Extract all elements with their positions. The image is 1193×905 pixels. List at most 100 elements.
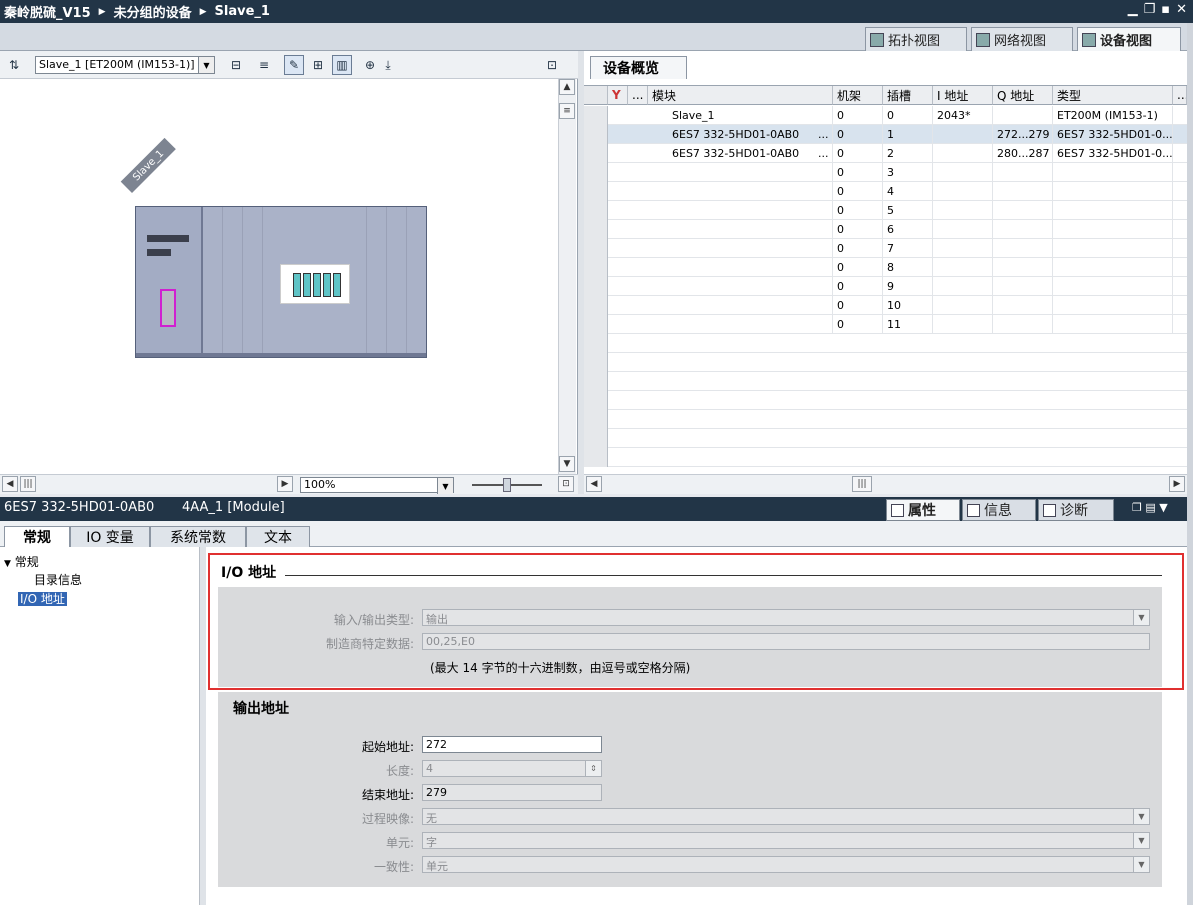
table-cell-module[interactable]	[648, 315, 833, 334]
table-cell-rack[interactable]: 0	[833, 106, 883, 125]
close-icon[interactable]: ✕	[1176, 2, 1187, 17]
rack[interactable]	[135, 206, 427, 358]
column-header-module[interactable]: 模块	[648, 86, 833, 105]
inspector-window-controls-icon[interactable]: ❐ ▤ ▼	[1132, 501, 1168, 514]
table-cell-slot[interactable]: 9	[883, 277, 933, 296]
table-cell-rack[interactable]: 0	[833, 220, 883, 239]
column-header-q-address[interactable]: Q 地址	[993, 86, 1053, 105]
table-row[interactable]: 08	[584, 258, 1187, 277]
canvas-vertical-scrollbar[interactable]: ▲ ≡ ▼	[558, 79, 576, 474]
table-cell-type[interactable]	[1053, 277, 1173, 296]
table-cell-rack[interactable]: 0	[833, 239, 883, 258]
table-cell-rack[interactable]: 0	[833, 296, 883, 315]
tree-node-io-address[interactable]: I/O 地址	[18, 590, 67, 607]
table-cell-i-addr[interactable]: 2043*	[933, 106, 993, 125]
table-cell-q-addr[interactable]	[993, 258, 1053, 277]
scroll-up-icon[interactable]: ▲	[559, 79, 575, 95]
breadcrumb-device[interactable]: Slave_1	[215, 4, 270, 19]
tab-io-tags[interactable]: IO 变量	[70, 526, 150, 547]
row-gutter[interactable]	[584, 144, 608, 163]
table-cell-i-addr[interactable]	[933, 296, 993, 315]
table-cell-q-addr[interactable]	[993, 220, 1053, 239]
row-more-button[interactable]: ...	[814, 125, 833, 144]
breadcrumb-group[interactable]: 未分组的设备	[114, 2, 192, 21]
table-cell-q-addr[interactable]	[993, 106, 1053, 125]
tab-info[interactable]: 信息	[962, 499, 1036, 521]
download-icon[interactable]: ⤓	[378, 55, 398, 75]
table-cell-i-addr[interactable]	[933, 258, 993, 277]
table-cell-module[interactable]: Slave_1	[648, 106, 833, 125]
row-gutter[interactable]	[584, 315, 608, 334]
expand-icon[interactable]: ▼	[4, 559, 11, 569]
table-cell-type[interactable]: ET200M (IM153-1)	[1053, 106, 1173, 125]
overview-icon[interactable]: ⊡	[558, 476, 574, 492]
table-row[interactable]: 06	[584, 220, 1187, 239]
tab-texts[interactable]: 文本	[246, 526, 310, 547]
table-row[interactable]: 6ES7 332-5HD01-0AB0 0 2 280...287 6ES7 332-5…	[584, 144, 1187, 163]
tab-network-view[interactable]: 网络视图	[971, 27, 1073, 51]
table-cell-slot[interactable]: 1	[883, 125, 933, 144]
table-cell-i-addr[interactable]	[933, 239, 993, 258]
table-cell-slot[interactable]: 3	[883, 163, 933, 182]
row-gutter[interactable]	[584, 239, 608, 258]
table-cell-module[interactable]	[648, 277, 833, 296]
scroll-left-icon[interactable]: ◀	[2, 476, 18, 492]
table-cell-i-addr[interactable]	[933, 182, 993, 201]
table-cell-q-addr[interactable]	[993, 315, 1053, 334]
grid-icon[interactable]: ⊞	[308, 55, 328, 75]
table-cell-type[interactable]	[1053, 201, 1173, 220]
table-cell-type[interactable]	[1053, 163, 1173, 182]
table-cell-module[interactable]: 6ES7 332-5HD01-0AB0	[648, 144, 833, 163]
zoom-in-icon[interactable]: ⊕	[360, 55, 380, 75]
table-cell-q-addr[interactable]	[993, 163, 1053, 182]
name-icon[interactable]: ≡	[254, 55, 274, 75]
maximize-icon[interactable]: ▪	[1161, 2, 1170, 17]
tab-general[interactable]: 常规	[4, 526, 70, 547]
table-cell-q-addr[interactable]: 280...287	[993, 144, 1053, 163]
table-cell-type[interactable]	[1053, 315, 1173, 334]
rack-label[interactable]: Slave_1	[120, 137, 176, 193]
tab-topology-view[interactable]: 拓扑视图	[865, 27, 967, 51]
row-gutter[interactable]	[584, 106, 608, 125]
tab-device-overview[interactable]: 设备概览	[590, 56, 687, 79]
table-cell-i-addr[interactable]	[933, 315, 993, 334]
row-gutter[interactable]	[584, 125, 608, 144]
device-tree-icon[interactable]: ⇅	[4, 55, 24, 75]
column-header-type[interactable]: 类型	[1053, 86, 1173, 105]
table-cell-rack[interactable]: 0	[833, 277, 883, 296]
table-cell-i-addr[interactable]	[933, 125, 993, 144]
table-row[interactable]: 04	[584, 182, 1187, 201]
scroll-handle[interactable]: ≡	[559, 103, 575, 119]
device-canvas[interactable]: Slave_1	[0, 79, 556, 474]
table-cell-slot[interactable]: 4	[883, 182, 933, 201]
tree-node-general[interactable]: ▼ 常规	[4, 553, 39, 570]
scroll-right-icon[interactable]: ▶	[1169, 476, 1185, 492]
table-cell-slot[interactable]: 8	[883, 258, 933, 277]
scroll-down-icon[interactable]: ▼	[559, 456, 575, 472]
chevron-down-icon[interactable]: ▼	[437, 478, 453, 494]
table-cell-rack[interactable]: 0	[833, 201, 883, 220]
row-gutter[interactable]	[584, 258, 608, 277]
tab-properties[interactable]: 属性	[886, 499, 960, 521]
table-cell-module[interactable]: 6ES7 332-5HD01-0AB0	[648, 125, 833, 144]
table-row[interactable]: Slave_1 0 0 2043* ET200M (IM153-1)	[584, 106, 1187, 125]
chevron-down-icon[interactable]: ▼	[198, 57, 214, 73]
tab-system-constants[interactable]: 系统常数	[150, 526, 246, 547]
table-cell-rack[interactable]: 0	[833, 144, 883, 163]
table-cell-slot[interactable]: 10	[883, 296, 933, 315]
zoom-select[interactable]: 100% ▼	[300, 477, 454, 494]
table-cell-slot[interactable]: 6	[883, 220, 933, 239]
row-gutter[interactable]	[584, 296, 608, 315]
row-gutter[interactable]	[584, 277, 608, 296]
table-cell-module[interactable]	[648, 201, 833, 220]
row-gutter[interactable]	[584, 201, 608, 220]
table-cell-type[interactable]: 6ES7 332-5HD01-0...	[1053, 125, 1173, 144]
start-address-input[interactable]: 272	[422, 736, 602, 753]
plug-icon[interactable]: ⊟	[226, 55, 246, 75]
table-row[interactable]: 6ES7 332-5HD01-0AB0 0 1 272...279 6ES7 332-5…	[584, 125, 1187, 144]
table-cell-slot[interactable]: 7	[883, 239, 933, 258]
table-cell-module[interactable]	[648, 296, 833, 315]
table-cell-module[interactable]	[648, 163, 833, 182]
table-cell-q-addr[interactable]	[993, 296, 1053, 315]
column-header-extra[interactable]: ...	[1173, 86, 1187, 105]
